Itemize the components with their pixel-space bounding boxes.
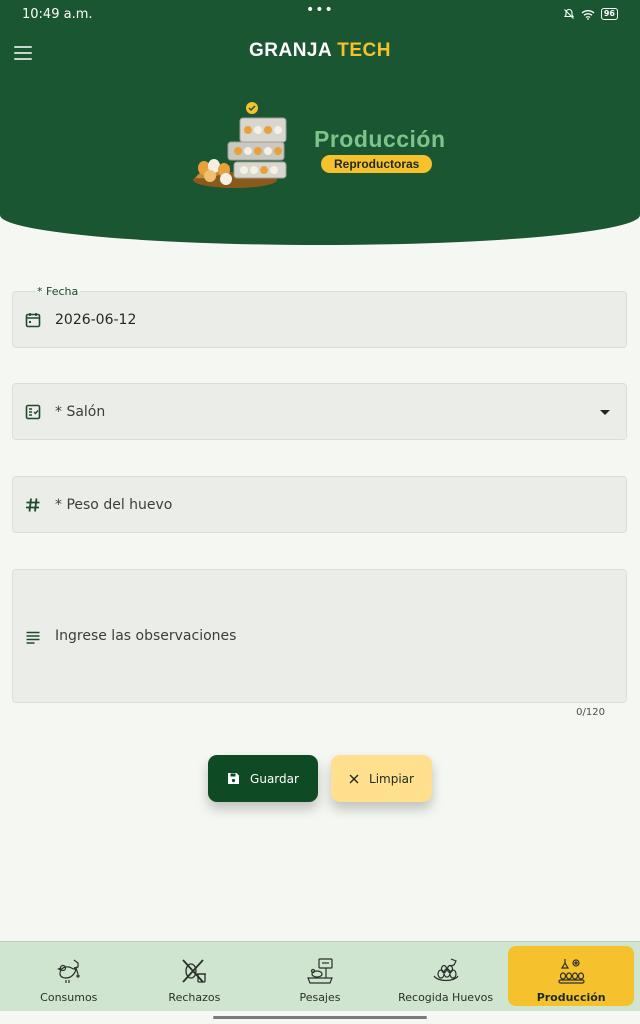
wifi-icon	[581, 9, 595, 20]
brand-secondary: TECH	[337, 40, 392, 61]
bell-off-icon	[563, 8, 574, 19]
nav-label: Consumos	[40, 991, 98, 1004]
scale-icon	[307, 958, 333, 984]
category-badge: Reproductoras	[321, 155, 433, 173]
fecha-field[interactable]: * Fecha 2026-06-12	[12, 285, 627, 348]
peso-placeholder: * Peso del huevo	[55, 497, 173, 513]
reject-icon	[182, 959, 207, 983]
status-icons: 96	[563, 8, 618, 20]
save-button[interactable]: Guardar	[208, 755, 318, 802]
chevron-down-icon	[600, 410, 610, 415]
save-icon	[228, 773, 240, 784]
notes-icon	[26, 631, 40, 644]
peso-input[interactable]: * Peso del huevo	[12, 476, 627, 533]
more-dots-icon: •••	[306, 2, 334, 18]
nav-item-rechazos[interactable]: Rechazos	[132, 946, 258, 1006]
nav-label: Rechazos	[168, 991, 221, 1004]
fecha-label: * Fecha	[35, 285, 81, 298]
clear-button[interactable]: Limpiar	[331, 755, 432, 802]
observaciones-placeholder: Ingrese las observaciones	[55, 628, 237, 644]
nav-item-consumos[interactable]: Consumos	[6, 946, 132, 1006]
bottom-navigation: Consumos Rechazos Pesajes Recogida Huevo…	[0, 941, 640, 1011]
nav-item-produccion[interactable]: Producción	[508, 946, 634, 1006]
status-bar: 10:49 a.m. ••• 96	[0, 0, 640, 30]
nav-item-recogida-huevos[interactable]: Recogida Huevos	[383, 946, 509, 1006]
production-icon	[558, 959, 585, 984]
char-counter: 0/120	[576, 707, 605, 718]
save-label: Guardar	[250, 771, 299, 786]
brand-logo: GRANJA TECH	[0, 40, 640, 62]
egg-trays-illustration	[193, 102, 287, 188]
egg-collect-icon	[433, 958, 459, 982]
nav-item-pesajes[interactable]: Pesajes	[257, 946, 383, 1006]
home-indicator[interactable]	[213, 1016, 427, 1019]
page-title: Producción	[314, 126, 446, 152]
checklist-icon	[25, 404, 41, 420]
calendar-icon	[25, 313, 41, 328]
app-header: GRANJA TECH Producción Reproductoras	[0, 0, 640, 245]
salon-placeholder: * Salón	[55, 404, 106, 420]
brand-primary: GRANJA	[248, 40, 332, 61]
clear-label: Limpiar	[369, 771, 414, 786]
status-time: 10:49 a.m.	[22, 7, 93, 22]
hen-feed-icon	[56, 959, 80, 983]
close-icon	[349, 774, 359, 783]
nav-label: Recogida Huevos	[398, 991, 494, 1004]
hash-icon	[26, 498, 40, 512]
observaciones-textarea[interactable]: Ingrese las observaciones	[12, 569, 627, 703]
battery-icon: 96	[600, 8, 618, 20]
nav-label: Pesajes	[299, 991, 341, 1004]
fecha-value: 2026-06-12	[55, 312, 137, 328]
nav-label: Producción	[536, 991, 606, 1004]
salon-select[interactable]: * Salón	[12, 383, 627, 440]
